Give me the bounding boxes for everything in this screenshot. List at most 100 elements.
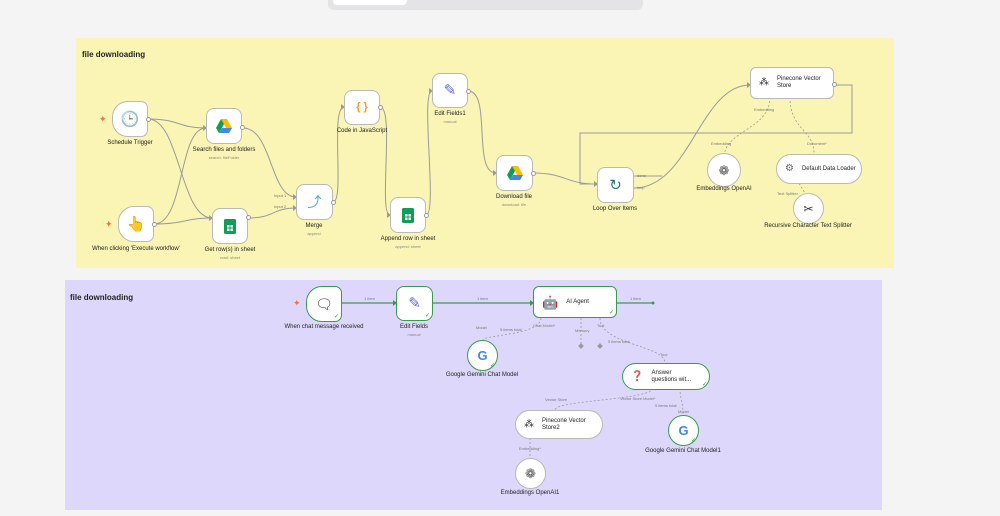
edge-label-agent-out: 1 item — [630, 296, 641, 301]
google-g-icon: G — [477, 348, 488, 363]
node-default-data-loader[interactable]: ⚙ Default Data Loader — [776, 154, 862, 184]
answer-tool-label: Tool — [660, 352, 668, 357]
answer-vector-store-label: Vector Store — [545, 397, 568, 402]
node-default-data-loader-label: Default Data Loader — [801, 165, 856, 172]
edge-label-chat-edit: 1 item — [364, 296, 375, 301]
node-chat-trigger[interactable]: 🗨 ✓ — [306, 286, 342, 322]
edge-label-edit-agent: 1 item — [477, 296, 488, 301]
node-edit-fields-label: Edit Fields — [399, 324, 428, 330]
edge-schedule-search — [147, 118, 207, 129]
openai-icon: ❁ — [525, 466, 536, 481]
agent-tool-label: Tool — [597, 323, 605, 328]
node-google-gemini-label: Google Gemini Chat Model — [445, 372, 519, 378]
output-handle[interactable] — [146, 117, 151, 122]
pinecone-embedding-label: Embedding — [754, 107, 775, 112]
node-answer-questions[interactable]: ❓ Answer questions wit... ✓ — [622, 363, 710, 390]
node-edit-fields1-label: Edit Fields1 — [434, 111, 466, 117]
node-merge-label: Merge — [305, 223, 323, 229]
cursor-click-icon: 👆 — [126, 215, 146, 233]
node-download-file[interactable] — [496, 155, 533, 191]
pinecone-icon: ⁂ — [524, 418, 534, 430]
node-embeddings-openai1-label: Embeddings OpenAI1 — [500, 490, 560, 496]
node-loop-over-items-label: Loop Over Items — [592, 206, 638, 212]
node-edit-fields1-subtitle: manual — [443, 119, 457, 124]
node-manual-trigger-label: When clicking 'Execute workflow' — [92, 246, 180, 252]
node-search-files[interactable] — [206, 108, 242, 144]
google-sheets-icon — [402, 207, 414, 223]
edge-editfields1-download — [467, 90, 497, 174]
node-edit-fields[interactable]: ✎ ✓ — [396, 286, 433, 321]
node-recursive-text-splitter[interactable]: ✂ — [793, 193, 824, 224]
node-get-rows[interactable] — [212, 208, 248, 244]
merge-input2-label: Input 2 — [274, 204, 287, 209]
node-code[interactable]: { } — [344, 90, 380, 125]
success-check-icon: ✓ — [701, 382, 707, 388]
gemini-items-label: 5 items total — [500, 327, 522, 332]
output-handle[interactable] — [331, 200, 336, 205]
loop-done-label: done — [637, 173, 646, 178]
edge-code-append — [379, 106, 391, 216]
gemini1-items-label: 5 items total — [655, 403, 677, 408]
node-google-gemini[interactable]: G ✓ — [467, 340, 498, 371]
question-icon: ❓ — [631, 370, 644, 382]
google-drive-icon — [216, 119, 232, 133]
google-g-icon: G — [678, 423, 689, 438]
node-pinecone-vector-store-label: Pinecone Vector Store — [777, 76, 821, 89]
google-drive-icon — [506, 166, 523, 180]
pinecone-icon: ⁂ — [759, 77, 769, 88]
output-handle[interactable] — [378, 105, 383, 110]
edge-merge-code — [332, 106, 345, 203]
node-manual-trigger[interactable]: 👆 — [118, 206, 154, 242]
node-ai-agent[interactable]: 🤖 AI Agent ✓ — [533, 286, 617, 318]
trigger-bolt-icon: ✦ — [99, 114, 107, 124]
output-handle[interactable] — [246, 215, 251, 220]
scissors-icon: ✂ — [803, 201, 814, 216]
document-handle-label: Document* — [807, 141, 827, 146]
node-get-rows-subtitle: read: sheet — [219, 255, 240, 260]
node-answer-questions-label: Answer questions wit... — [651, 369, 692, 383]
output-handle[interactable] — [152, 222, 157, 227]
edge-search-merge — [242, 127, 297, 198]
node-google-gemini1-label: Google Gemini Chat Model1 — [645, 448, 721, 454]
node-append-row-subtitle: append: sheet — [395, 244, 421, 249]
loop-loop-label: loop — [637, 185, 645, 190]
node-append-row[interactable] — [390, 197, 426, 233]
pencil-icon: ✎ — [408, 295, 421, 312]
output-handle[interactable] — [424, 213, 429, 218]
node-loop-over-items[interactable]: ↻ — [597, 167, 634, 203]
node-merge-subtitle: append — [307, 231, 321, 236]
edge-download-loop — [532, 172, 598, 185]
trigger-bolt-icon: ✦ — [105, 219, 113, 229]
success-check-icon: ✓ — [608, 310, 614, 316]
google-sheets-icon — [224, 218, 236, 234]
embeddings-handle-label: Embedding — [711, 141, 732, 146]
data-loader-icon: ⚙ — [785, 163, 794, 174]
trigger-bolt-icon: ✦ — [293, 298, 301, 308]
output-handle[interactable] — [531, 171, 536, 176]
merge-icon: ⤴ — [307, 194, 322, 210]
success-check-icon: ✓ — [489, 363, 495, 369]
node-schedule-trigger-label: Schedule Trigger — [107, 140, 153, 146]
answer-model-label: Model — [678, 409, 689, 414]
node-pinecone-vector-store2[interactable]: ⁂ Pinecone Vector Store2 — [515, 410, 603, 439]
node-pinecone-vector-store[interactable]: ⁂ Pinecone Vector Store — [750, 67, 834, 99]
edge-schedule-getrows — [147, 118, 213, 219]
node-schedule-trigger[interactable]: 🕒 — [112, 101, 148, 137]
node-embeddings-openai[interactable]: ❁ — [707, 153, 741, 187]
output-handle[interactable] — [240, 125, 245, 130]
openai-icon: ❁ — [718, 162, 730, 178]
edge-label-agent-tool: 5 items total — [608, 339, 630, 344]
node-edit-fields1[interactable]: ✎ — [432, 73, 468, 108]
output-handle[interactable] — [466, 89, 471, 94]
merge-input1-label: Input 1 — [274, 193, 287, 198]
clock-icon: 🕒 — [120, 110, 140, 128]
node-embeddings-openai1[interactable]: ❁ — [515, 458, 546, 489]
node-download-file-label: Download file — [495, 194, 533, 200]
output-handle[interactable] — [832, 82, 837, 87]
success-check-icon: ✓ — [424, 313, 430, 319]
node-google-gemini1[interactable]: G ✓ — [668, 415, 699, 446]
chat-bubble-icon: 🗨 — [315, 296, 333, 312]
node-download-file-subtitle: download: file — [501, 202, 527, 207]
agent-memory-label: Memory — [575, 328, 590, 333]
node-merge[interactable]: ⤴ — [296, 184, 333, 220]
